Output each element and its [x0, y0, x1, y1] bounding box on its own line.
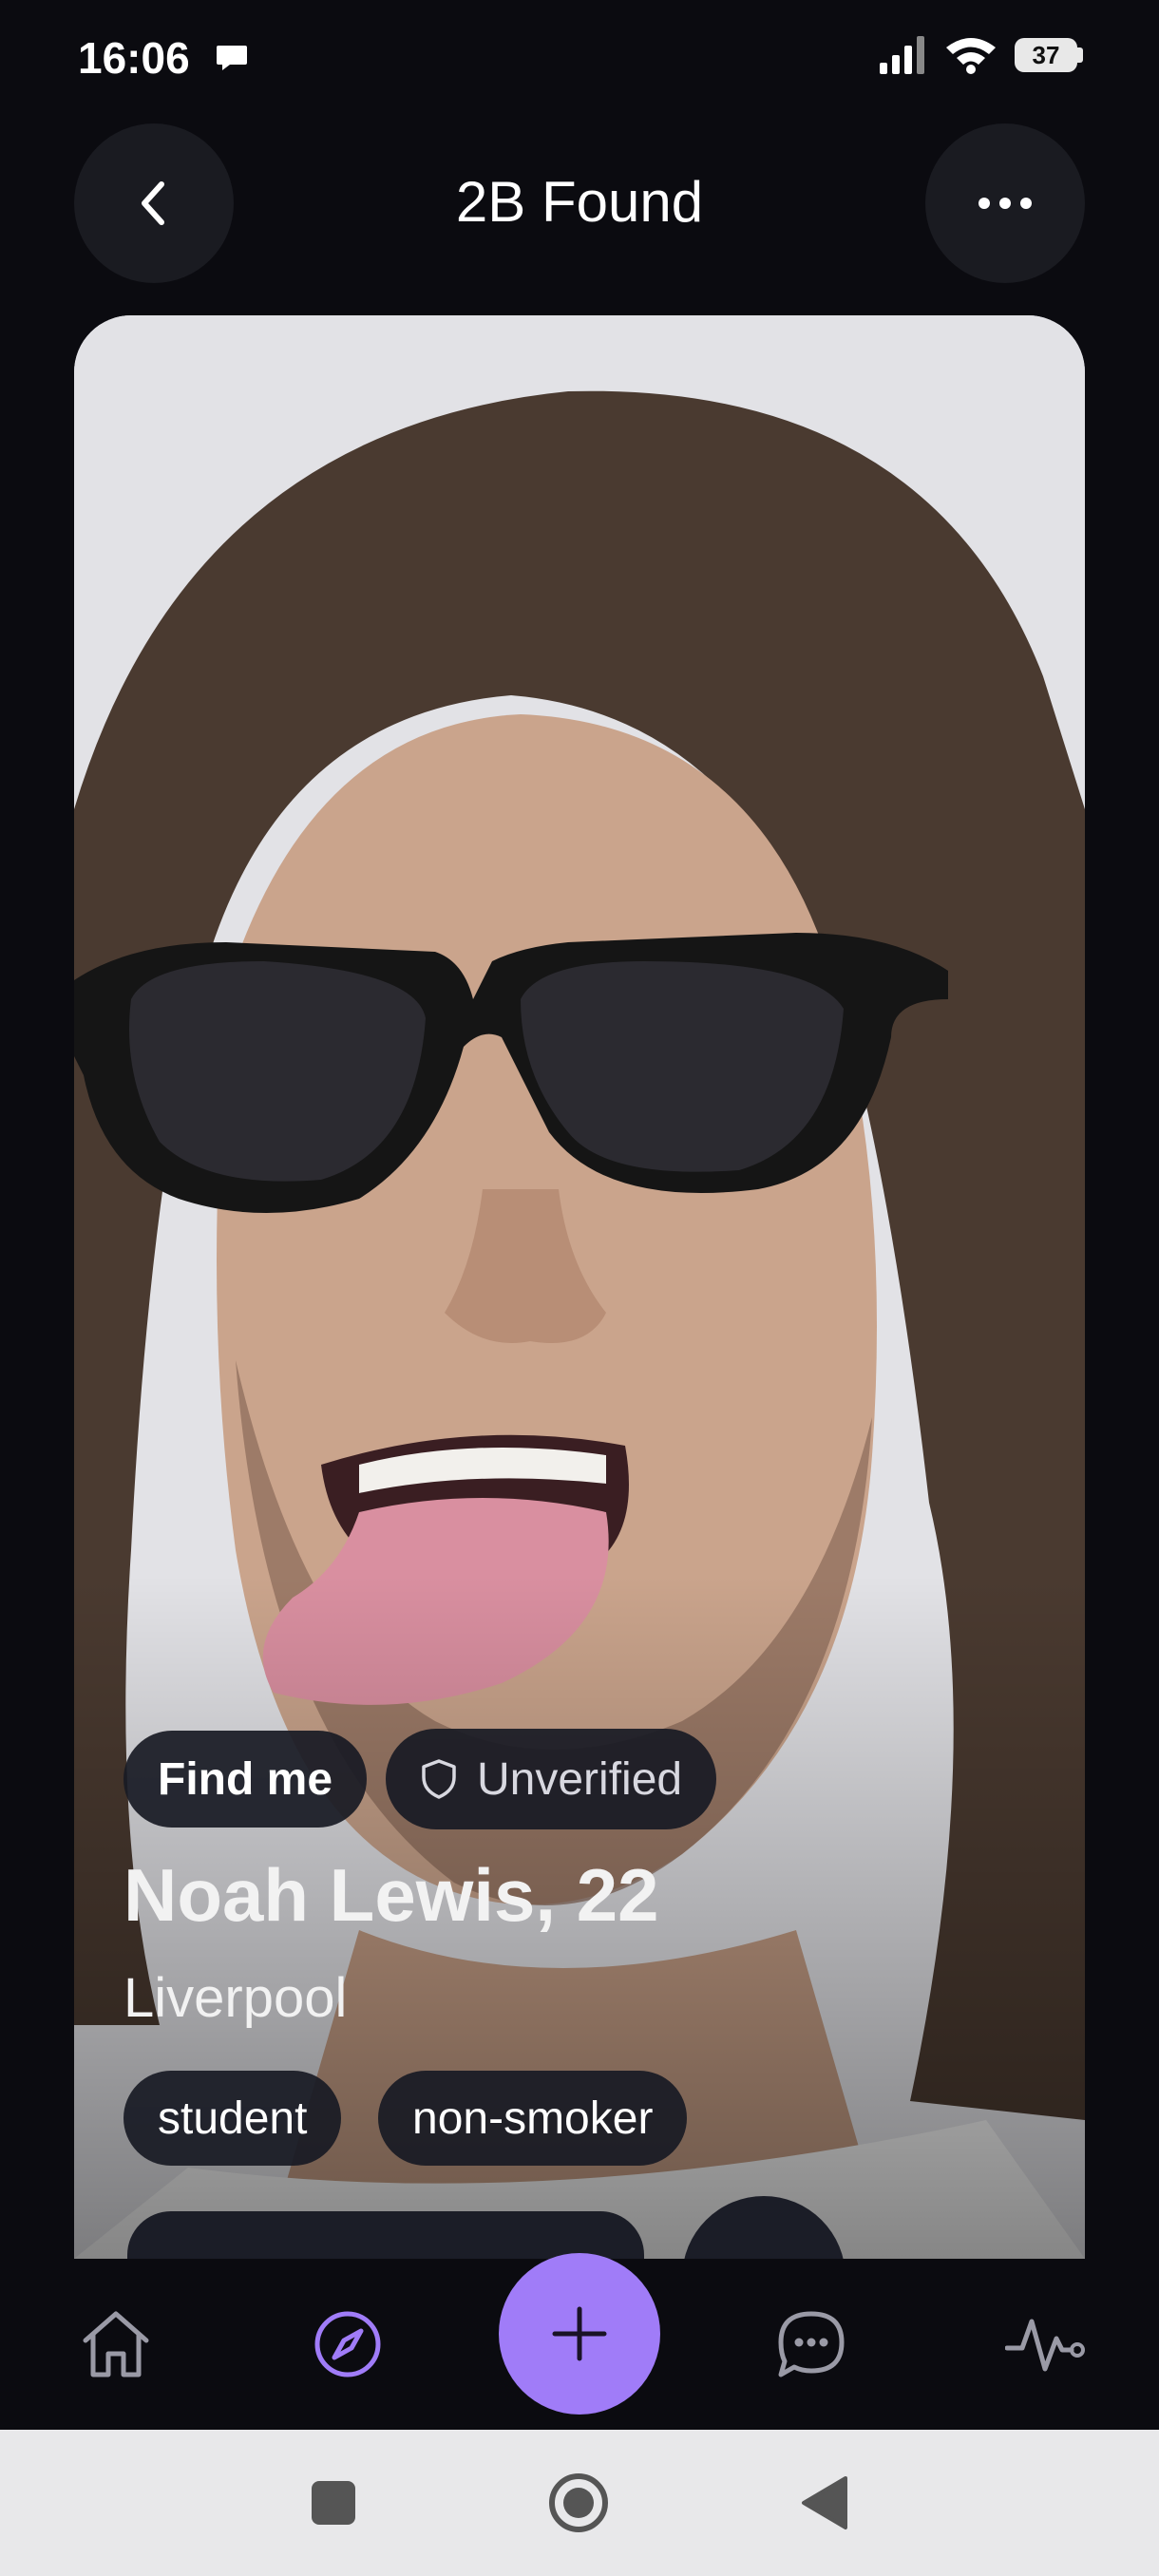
wifi-icon — [946, 38, 996, 74]
shield-icon — [422, 1759, 456, 1799]
tag-chip: non-smoker — [378, 2071, 688, 2166]
nav-chats[interactable] — [771, 2304, 851, 2384]
tag-chip: student — [124, 2071, 342, 2166]
square-icon — [312, 2481, 355, 2525]
signal-icon — [880, 36, 924, 74]
verification-label: Unverified — [477, 1753, 683, 1805]
profile-name-age: Noah Lewis, 22 — [124, 1853, 659, 1937]
recent-apps-button[interactable] — [302, 2472, 365, 2534]
activity-icon — [1005, 2319, 1085, 2372]
battery-icon: 37 — [1015, 36, 1083, 74]
profile-city: Liverpool — [124, 1967, 348, 2029]
status-time: 16:06 — [78, 33, 190, 83]
compass-icon — [314, 2311, 381, 2377]
system-back-button[interactable] — [792, 2472, 855, 2534]
nav-activity[interactable] — [1005, 2304, 1085, 2384]
circle-icon — [549, 2473, 608, 2532]
nav-explore[interactable] — [308, 2304, 388, 2384]
find-me-chip[interactable]: Find me — [124, 1731, 368, 1828]
home-icon — [83, 2311, 149, 2377]
nav-home[interactable] — [76, 2304, 156, 2384]
system-navigation-bar — [0, 2430, 1159, 2576]
battery-level: 37 — [1032, 41, 1060, 69]
message-notification-icon — [217, 46, 247, 70]
verification-badge[interactable]: Unverified — [386, 1729, 717, 1829]
more-options-button[interactable] — [925, 123, 1085, 283]
chat-icon — [778, 2311, 845, 2377]
system-home-button[interactable] — [547, 2472, 610, 2534]
status-bar: 16:06 37 — [0, 0, 1159, 114]
plus-icon — [552, 2306, 607, 2361]
status-icons: 37 — [878, 36, 1083, 74]
more-horizontal-icon — [978, 198, 1032, 209]
screen: 16:06 37 2B Found Find me Unverified Noa… — [0, 0, 1159, 2576]
triangle-back-icon — [802, 2476, 847, 2529]
add-button[interactable] — [499, 2253, 660, 2415]
